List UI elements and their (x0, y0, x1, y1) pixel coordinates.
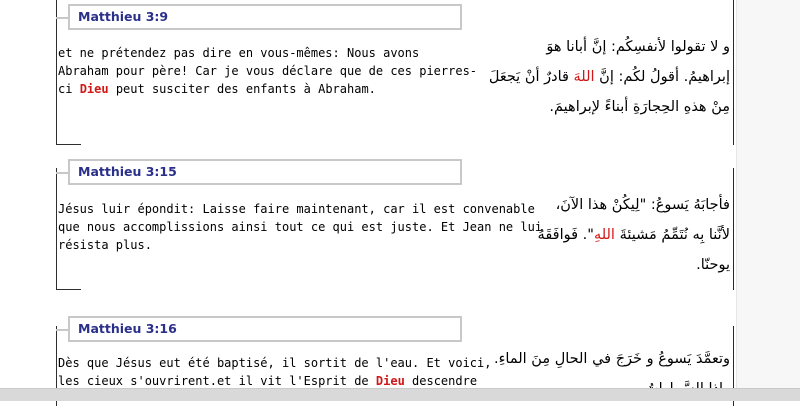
highlight-dieu: Dieu (375, 374, 405, 388)
verse-reference[interactable]: Matthieu 3:16 (78, 321, 177, 336)
french-text: Jésus luir épondit: Laisse faire mainten… (58, 200, 543, 254)
highlight-allah: اللهِ (593, 227, 615, 243)
verse-reference[interactable]: Matthieu 3:9 (78, 9, 168, 24)
arabic-line: و لا تقولوا لأنفسِكُم: إنَّ أبانا هوَ (546, 39, 730, 55)
french-line: et ne prétendez pas dire en vous-mêmes: … (58, 46, 420, 60)
arabic-text: و لا تقولوا لأنفسِكُم: إنَّ أبانا هوَ إب… (489, 32, 730, 122)
french-line: Jésus luir épondit: Laisse faire mainten… (58, 202, 535, 216)
french-text: Dès que Jésus eut été baptisé, il sortit… (58, 354, 496, 390)
french-text: et ne prétendez pas dire en vous-mêmes: … (58, 44, 496, 98)
french-line: ci Dieu peut susciter des enfants à Abra… (58, 82, 376, 96)
verse-reference-box: Matthieu 3:15 (56, 159, 462, 185)
arabic-line: وتعمَّدَ يَسوعُ و خَرَجَ في الحالِ مِنَ … (494, 351, 730, 367)
french-line: que nous accomplissions ainsi tout ce qu… (58, 220, 543, 234)
arabic-line: مِنْ هذهِ الحِجارَةِ أبناءً لإبراهيمَ. (549, 99, 730, 115)
french-line: Dès que Jésus eut été baptisé, il sortit… (58, 356, 492, 370)
arabic-line: يوحنّا. (696, 257, 730, 273)
arabic-line: فأجابَهُ يَسوعُ: "لِيكُنْ هذا الآنَ، (555, 197, 730, 213)
highlight-dieu: Dieu (79, 82, 109, 96)
right-margin (736, 0, 800, 400)
verse-reference[interactable]: Matthieu 3:15 (78, 164, 177, 179)
highlight-allah: اللهَ (573, 69, 595, 85)
arabic-line: لأنَّنا بِه نُتَمِّمُ مَشيئةَ اللهِ". فَ… (537, 227, 730, 243)
verse-entry: Matthieu 3:9 et ne prétendez pas dire en… (56, 0, 734, 145)
french-line: résista plus. (58, 238, 152, 252)
verse-entry: Matthieu 3:15 Jésus luir épondit: Laisse… (56, 159, 734, 290)
verse-reference-box: Matthieu 3:9 (56, 4, 462, 30)
arabic-line: إبراهيمُ. أقولُ لكُم: إنَّ اللهَ قادرٌ أ… (488, 69, 730, 85)
horizontal-scrollbar[interactable] (0, 388, 800, 401)
french-line: Abraham pour père! Car je vous déclare q… (58, 64, 478, 78)
verse-reference-box: Matthieu 3:16 (56, 316, 462, 342)
arabic-text: فأجابَهُ يَسوعُ: "لِيكُنْ هذا الآنَ، لأن… (538, 190, 730, 280)
